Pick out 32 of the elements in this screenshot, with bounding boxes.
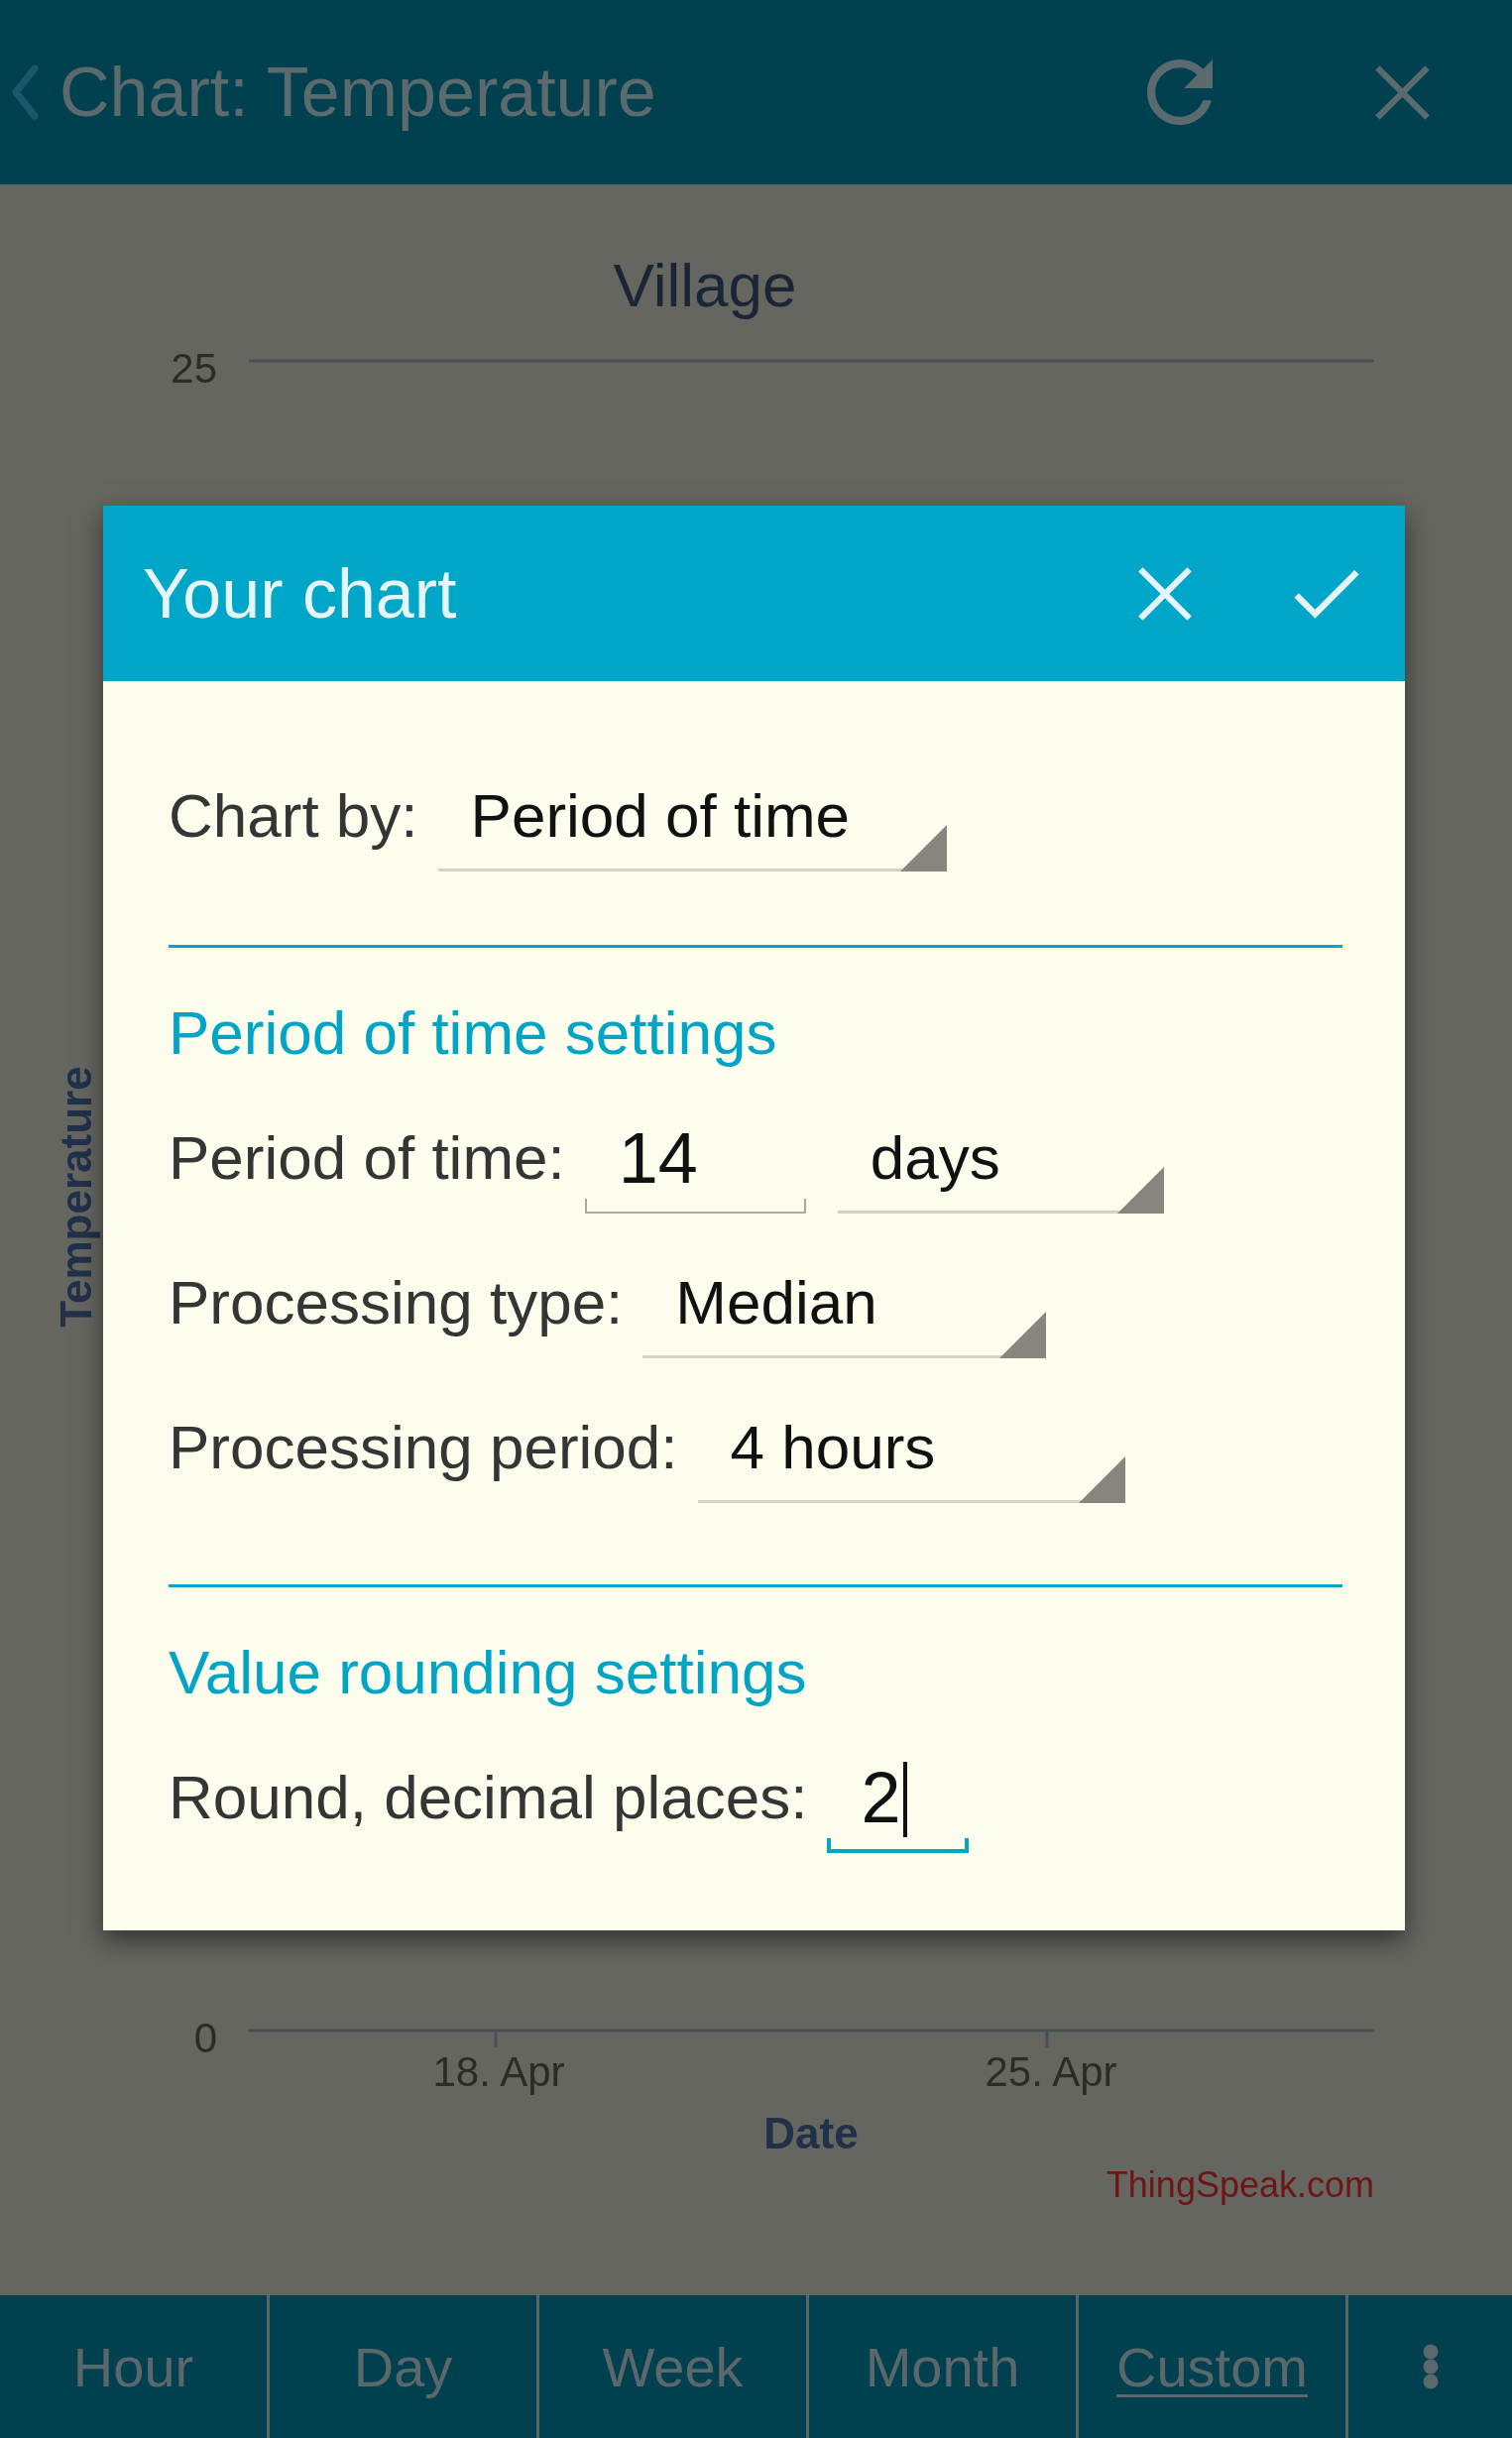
y-tick-label: 0 (193, 2015, 217, 2061)
x-axis-title: Date (763, 2109, 859, 2157)
y-axis-title: Temperature (52, 1066, 100, 1328)
y-tick-label: 25 (171, 345, 217, 392)
dropdown-triangle-icon (899, 825, 947, 871)
field-label: Processing type: (169, 1267, 624, 1338)
app-title: Chart: Temperature (59, 53, 656, 133)
dropdown-triangle-icon (999, 1312, 1047, 1358)
number-input-field[interactable]: 2 (827, 1762, 970, 1853)
chart-title: Village (613, 251, 797, 319)
dropdown-triangle-icon (1078, 1456, 1125, 1503)
field-label: Period of time: (169, 1122, 565, 1194)
field-label: Round, decimal places: (169, 1762, 808, 1833)
text-cursor-icon (902, 1762, 907, 1837)
field-label: Processing period: (169, 1412, 678, 1483)
dropdown-triangle-icon (1116, 1167, 1164, 1214)
back-chevron-icon[interactable] (10, 64, 40, 120)
dropdown[interactable]: 4 hours (697, 1412, 1125, 1503)
check-icon[interactable] (1292, 567, 1361, 620)
section-heading: Value rounding settings (169, 1637, 807, 1708)
more-options-icon[interactable] (1422, 2344, 1439, 2389)
close-icon[interactable] (1374, 63, 1431, 121)
chart-credit: ThingSpeak.com (1105, 2164, 1374, 2205)
dropdown[interactable]: Period of time (437, 780, 947, 871)
x-tick-label: 25. Apr (985, 2048, 1117, 2095)
dropdown[interactable]: Median (642, 1267, 1047, 1358)
dialog-title: Your chart (143, 553, 457, 635)
dropdown[interactable]: days (837, 1122, 1164, 1214)
field-label: Chart by: (169, 780, 418, 852)
x-tick-label: 18. Apr (432, 2048, 565, 2095)
section-heading: Period of time settings (169, 997, 777, 1069)
refresh-icon[interactable] (1147, 59, 1213, 125)
